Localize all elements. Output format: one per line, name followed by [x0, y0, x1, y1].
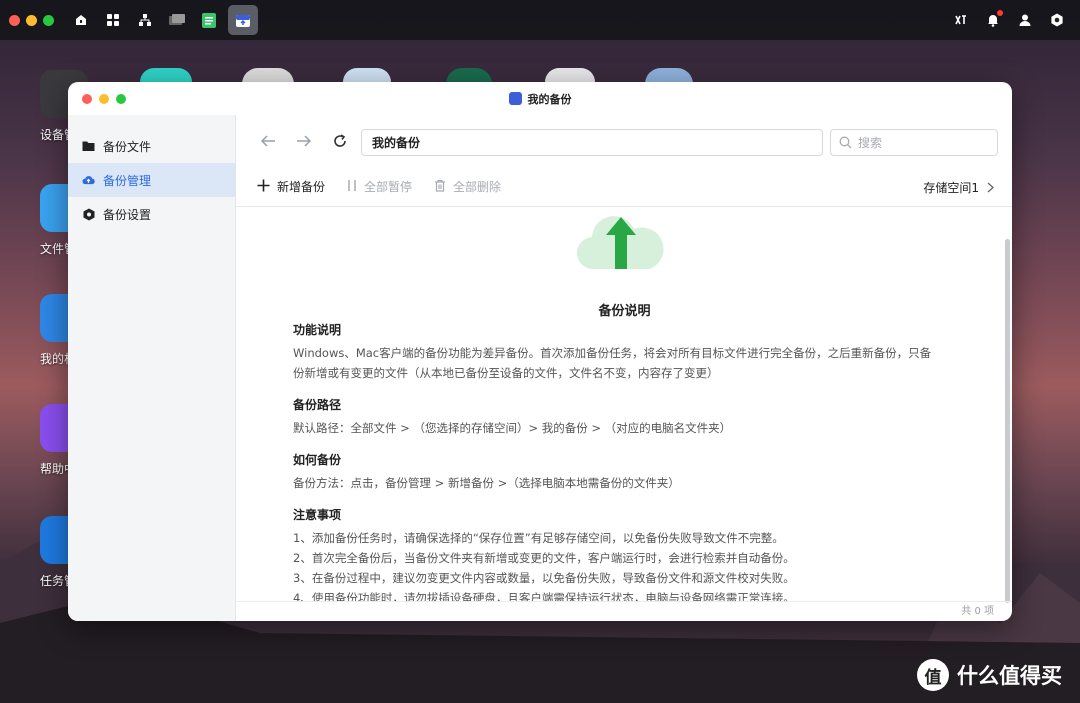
storage-label: 存储空间1: [923, 180, 979, 195]
delete-all-label: 全部删除: [453, 180, 502, 194]
section-features: 功能说明 Windows、Mac客户端的备份功能为差异备份。首次添加备份任务，将…: [293, 321, 953, 383]
pause-all-button[interactable]: 全部暂停: [347, 178, 412, 195]
folder-icon: [82, 140, 95, 153]
plus-icon: [257, 179, 270, 195]
window-titlebar: 我的备份: [68, 82, 1012, 115]
backup-icon[interactable]: [228, 5, 258, 35]
add-backup-button[interactable]: 新增备份: [257, 178, 325, 195]
notification-badge: [997, 10, 1003, 16]
user-icon[interactable]: [1016, 11, 1034, 29]
pause-icon: [347, 179, 357, 195]
sidebar-item-backup-settings[interactable]: 备份设置: [68, 197, 235, 231]
sidebar-item-label: 备份文件: [103, 139, 152, 154]
system-window-controls: [9, 14, 54, 26]
maximize-button[interactable]: [43, 14, 54, 26]
toolbar: 新增备份 全部暂停 全部删除 存储空间1: [237, 167, 1012, 207]
description-title: 备份说明: [598, 304, 651, 319]
refresh-icon: [334, 134, 346, 147]
trash-icon: [434, 179, 446, 195]
window-title-text: 我的备份: [527, 92, 572, 106]
section-heading: 如何备份: [293, 453, 342, 467]
add-backup-label: 新增备份: [277, 180, 326, 194]
backup-app-icon: [508, 92, 522, 105]
search-icon: [839, 136, 852, 149]
close-button[interactable]: [9, 14, 20, 26]
sidebar-item-backup-management[interactable]: 备份管理: [68, 163, 235, 197]
navigation-bar: 我的备份 搜索: [237, 115, 1012, 167]
sidebar-item-label: 备份设置: [103, 207, 152, 222]
main-panel: 我的备份 搜索 新增备份 全部暂停 全部删除 存储空间1 备份说明 功能说明 W…: [237, 115, 1012, 621]
window-close-button[interactable]: [82, 93, 92, 104]
forward-button[interactable]: [291, 128, 317, 154]
section-text: 默认路径：全部文件 > （您选择的存储空间）> 我的备份 > （对应的电脑名文件…: [293, 421, 732, 435]
translate-icon[interactable]: [952, 11, 970, 29]
path-field[interactable]: 我的备份: [361, 129, 823, 156]
vertical-scrollbar[interactable]: [1005, 239, 1010, 603]
item-count: 共 0 项: [961, 606, 994, 617]
sidebar-item-label: 备份管理: [103, 173, 152, 188]
site-watermark: 值 什么值得买: [917, 659, 1062, 691]
section-text: Windows、Mac客户端的备份功能为差异备份。首次添加备份任务，将会对所有目…: [293, 346, 932, 360]
section-text: 3、在备份过程中，建议勿变更文件内容或数量，以免备份失败，导致备份文件和源文件校…: [293, 571, 795, 585]
window-controls: [82, 93, 126, 104]
window-minimize-button[interactable]: [99, 93, 109, 104]
cloud-upload-icon: [82, 174, 95, 187]
settings-icon: [82, 208, 95, 221]
taskbar-app-icons: [68, 5, 258, 35]
section-heading: 功能说明: [293, 323, 342, 337]
status-footer: 共 0 项: [237, 601, 1012, 621]
section-heading: 备份路径: [293, 398, 342, 412]
watermark-logo-icon: 值: [917, 659, 949, 691]
chevron-right-icon: [987, 182, 994, 192]
section-text: 备份方法：点击，备份管理 > 新增备份 >（选择电脑本地需备份的文件夹）: [293, 476, 680, 490]
bell-icon[interactable]: [984, 10, 1003, 29]
notes-icon[interactable]: [196, 7, 222, 33]
backup-description-content: 备份说明 功能说明 Windows、Mac客户端的备份功能为差异备份。首次添加备…: [237, 207, 1012, 601]
section-backup-path: 备份路径 默认路径：全部文件 > （您选择的存储空间）> 我的备份 > （对应的…: [293, 396, 953, 438]
pause-all-label: 全部暂停: [364, 180, 413, 194]
network-icon[interactable]: [132, 7, 158, 33]
watermark-text: 什么值得买: [957, 664, 1062, 688]
storage-selector[interactable]: 存储空间1: [923, 167, 994, 207]
section-text: 1、添加备份任务时，请确保选择的“保存位置”有足够存储空间，以免备份失败导致文件…: [293, 531, 784, 545]
apps-grid-icon[interactable]: [100, 7, 126, 33]
arrow-right-icon: [297, 135, 312, 147]
path-text: 我的备份: [372, 136, 421, 150]
system-status-icons: [952, 0, 1066, 40]
system-top-bar: [0, 0, 1080, 40]
section-text: 份新增或有变更的文件（从本地已备份至设备的文件，文件名不变，内容存了变更）: [293, 366, 719, 380]
sidebar: 备份文件 备份管理 备份设置: [68, 115, 236, 621]
refresh-button[interactable]: [327, 128, 353, 154]
sidebar-item-backup-files[interactable]: 备份文件: [68, 129, 235, 163]
settings-icon[interactable]: [1048, 11, 1066, 29]
home-icon[interactable]: [68, 7, 94, 33]
arrow-left-icon: [260, 135, 275, 147]
section-how-to-backup: 如何备份 备份方法：点击，备份管理 > 新增备份 >（选择电脑本地需备份的文件夹…: [293, 451, 953, 493]
description-sections: 功能说明 Windows、Mac客户端的备份功能为差异备份。首次添加备份任务，将…: [293, 321, 953, 601]
minimize-button[interactable]: [26, 14, 37, 26]
backup-window: 我的备份 备份文件 备份管理 备份设置 我的备份 搜索 新增备份 全部暂停 全部…: [68, 82, 1012, 621]
back-button[interactable]: [255, 128, 281, 154]
search-input[interactable]: 搜索: [830, 129, 998, 156]
search-placeholder: 搜索: [858, 136, 883, 150]
media-icon[interactable]: [164, 7, 190, 33]
section-notes: 注意事项 1、添加备份任务时，请确保选择的“保存位置”有足够存储空间，以免备份失…: [293, 506, 953, 601]
delete-all-button[interactable]: 全部删除: [434, 178, 501, 195]
window-title: 我的备份: [68, 82, 1012, 115]
cloud-upload-illustration: [576, 216, 664, 270]
section-text: 2、首次完全备份后，当备份文件夹有新增或变更的文件，客户端运行时，会进行检索并自…: [293, 551, 795, 565]
section-heading: 注意事项: [293, 508, 342, 522]
window-maximize-button[interactable]: [116, 93, 126, 104]
section-text: 4、使用备份功能时，请勿拔插设备硬盘，且客户端需保持运行状态，电脑与设备网络需正…: [293, 591, 795, 601]
